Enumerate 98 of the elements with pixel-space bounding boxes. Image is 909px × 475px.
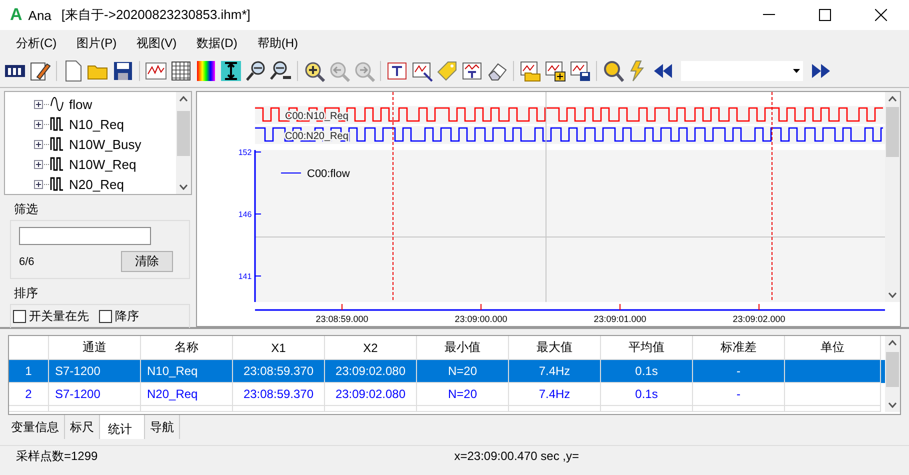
scroll-thumb[interactable] bbox=[886, 352, 899, 386]
pulse-icon bbox=[50, 177, 64, 191]
maximize-icon[interactable] bbox=[819, 9, 831, 21]
chart-cursor-icon[interactable] bbox=[411, 60, 433, 82]
minimize-icon[interactable] bbox=[763, 14, 775, 16]
status-text: 采样点数=1299 bbox=[16, 448, 98, 464]
zoom-out-icon[interactable] bbox=[245, 60, 267, 82]
expand-icon[interactable] bbox=[34, 140, 43, 148]
scrollbar[interactable] bbox=[885, 336, 900, 412]
table-cell: 23:08:59.370 bbox=[233, 383, 325, 406]
close-icon[interactable] bbox=[875, 9, 887, 21]
dropdown-field[interactable] bbox=[681, 61, 803, 81]
group-title: 筛选 bbox=[13, 201, 39, 218]
cursor-line[interactable] bbox=[392, 92, 394, 302]
filter-field[interactable] bbox=[19, 227, 151, 245]
clear-button[interactable]: 清除 bbox=[121, 251, 173, 272]
table-cell: 7.4Hz bbox=[509, 360, 601, 383]
pencil-icon[interactable] bbox=[29, 60, 51, 82]
waveform-icon[interactable] bbox=[145, 60, 167, 82]
y-tick-label: 141 bbox=[238, 272, 252, 281]
window-title: [来自于->20200823230853.ihm*] bbox=[61, 6, 250, 24]
table-cell: 0.1s bbox=[601, 360, 693, 383]
tab[interactable]: 变量信息 bbox=[6, 415, 65, 439]
table-cell: 2 bbox=[9, 383, 49, 406]
legend-label: C00:flow bbox=[307, 168, 350, 180]
scrollbar[interactable] bbox=[885, 92, 900, 302]
table-cell: S7-1200 bbox=[49, 360, 141, 383]
table-cell: S7-1200 bbox=[49, 383, 141, 406]
zoom-in-icon[interactable] bbox=[303, 60, 325, 82]
tree-item[interactable]: N10_Req bbox=[69, 116, 124, 132]
table-cell: 7.4Hz bbox=[509, 383, 601, 406]
scroll-up-icon[interactable] bbox=[179, 96, 188, 102]
tree-item[interactable]: N10W_Req bbox=[69, 156, 136, 172]
table-cell: N10_Req bbox=[141, 360, 233, 383]
table-cell: - bbox=[693, 383, 785, 406]
grid-icon[interactable] bbox=[170, 60, 192, 82]
table-cell: 23:09:02.080 bbox=[325, 383, 417, 406]
expand-icon[interactable] bbox=[34, 160, 43, 168]
table-row[interactable]: 1 S7-1200 N10_Req 23:08:59.370 23:09:02.080 N=20 7.4Hz 0.1s - bbox=[9, 360, 885, 383]
x-tick-label: 23:09:00.000 bbox=[454, 314, 508, 324]
table-cell: - bbox=[693, 360, 785, 383]
tree-item[interactable]: flow bbox=[69, 96, 92, 112]
checkbox[interactable] bbox=[99, 310, 112, 323]
pulse-icon bbox=[50, 137, 64, 151]
y-tick-label: 146 bbox=[238, 210, 252, 219]
save-icon[interactable] bbox=[112, 60, 134, 82]
app-name: Ana bbox=[28, 8, 52, 22]
magnifier-icon[interactable] bbox=[602, 60, 624, 82]
menu-item[interactable]: 数据(D) bbox=[186, 35, 248, 52]
tab[interactable]: 导航 bbox=[145, 415, 180, 439]
sine-wave-icon bbox=[50, 97, 64, 111]
scroll-down-icon[interactable] bbox=[179, 184, 188, 190]
group-title: 排序 bbox=[13, 285, 39, 302]
table-row[interactable]: 2 S7-1200 N20_Req 23:08:59.370 23:09:02.080 N=20 7.4Hz 0.1s - bbox=[9, 383, 885, 406]
legend-line bbox=[280, 172, 302, 174]
table-cell: N=20 bbox=[417, 360, 509, 383]
table-cell: 23:08:59.370 bbox=[233, 360, 325, 383]
menu-item[interactable]: 分析(C) bbox=[6, 35, 67, 52]
vertical-arrows-icon[interactable] bbox=[220, 60, 242, 82]
checkbox-label: 开关量在先 bbox=[29, 308, 89, 325]
cursor-readout: x=23:09:00.470 sec ,y= bbox=[454, 449, 579, 463]
scroll-down-icon[interactable] bbox=[888, 402, 897, 408]
pulse-icon bbox=[50, 117, 64, 131]
chart-save-icon[interactable] bbox=[569, 60, 591, 82]
scroll-up-icon[interactable] bbox=[888, 340, 897, 346]
zoom-all-icon[interactable] bbox=[270, 60, 292, 82]
caret-icon bbox=[793, 69, 800, 73]
tree-item[interactable]: N20_Req bbox=[69, 176, 124, 192]
table-cell: 1 bbox=[9, 360, 49, 383]
scroll-up-icon[interactable] bbox=[888, 96, 897, 102]
x-tick-label: 23:09:02.000 bbox=[732, 314, 786, 324]
checkbox-label: 降序 bbox=[115, 308, 139, 325]
menu-item[interactable]: 视图(V) bbox=[126, 35, 187, 52]
match-count: 6/6 bbox=[19, 256, 34, 268]
pulse-icon bbox=[50, 157, 64, 171]
menu-item[interactable]: 图片(P) bbox=[66, 35, 127, 52]
table-cell: N=20 bbox=[417, 383, 509, 406]
expand-icon[interactable] bbox=[34, 180, 43, 188]
table-cell: 0.1s bbox=[601, 383, 693, 406]
table-cell: N20_Req bbox=[141, 383, 233, 406]
expand-icon[interactable] bbox=[34, 120, 43, 128]
chart-folder-icon[interactable] bbox=[519, 60, 541, 82]
menu-item[interactable]: 帮助(H) bbox=[247, 35, 308, 52]
y-tick-label: 152 bbox=[238, 148, 252, 157]
checkbox[interactable] bbox=[13, 310, 26, 323]
x-tick-label: 23:08:59.000 bbox=[316, 314, 368, 324]
tree-item[interactable]: N10W_Busy bbox=[69, 136, 142, 152]
x-tick-label: 23:09:01.000 bbox=[594, 314, 646, 324]
scroll-down-icon[interactable] bbox=[888, 292, 897, 298]
chart-add-icon[interactable] bbox=[544, 60, 566, 82]
tab[interactable]: 统计 bbox=[100, 415, 145, 439]
expand-icon[interactable] bbox=[34, 100, 43, 108]
scroll-thumb[interactable] bbox=[177, 110, 190, 156]
color-spectrum-icon[interactable] bbox=[195, 60, 217, 82]
scrollbar[interactable] bbox=[176, 92, 191, 194]
app-logo: A bbox=[10, 5, 22, 25]
table-cell: 23:09:02.080 bbox=[325, 360, 417, 383]
scroll-thumb[interactable] bbox=[886, 107, 899, 157]
